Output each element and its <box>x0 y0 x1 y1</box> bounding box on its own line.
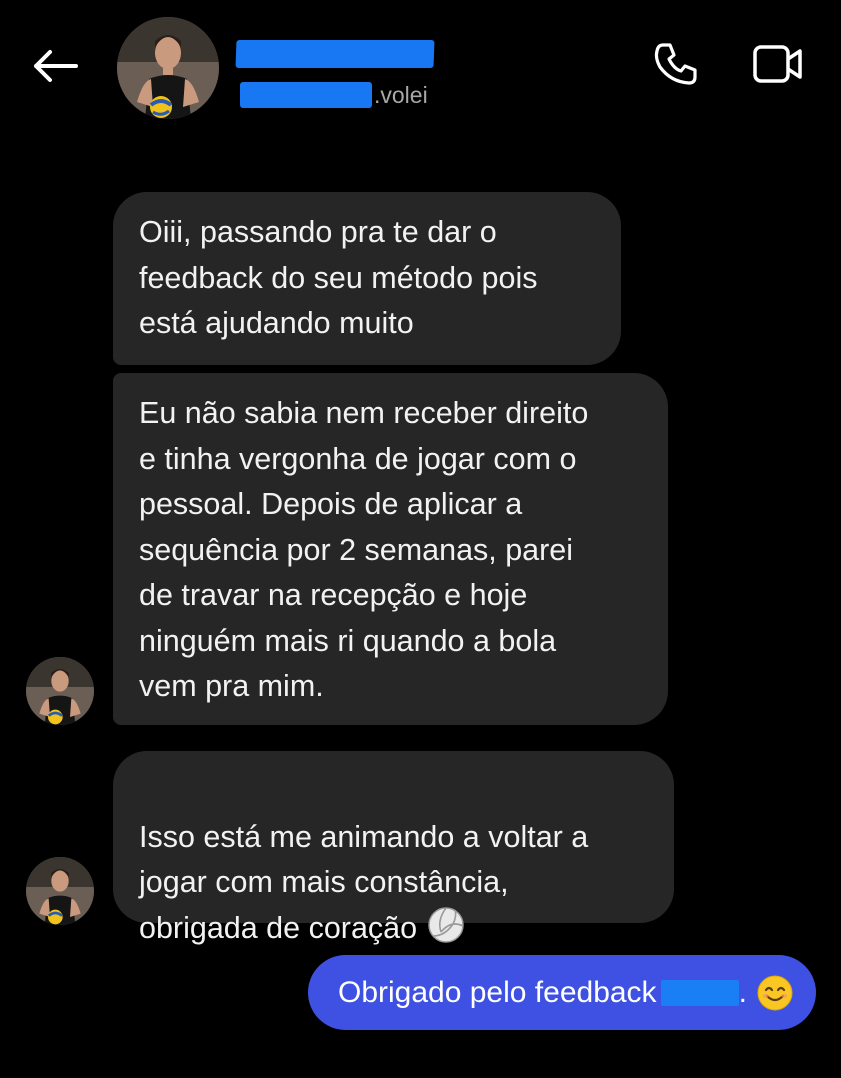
sent-message[interactable]: Obrigado pelo feedback . <box>308 955 816 1030</box>
received-message[interactable]: Oiii, passando pra te dar o feedback do … <box>113 192 621 365</box>
volleyball-icon <box>428 906 464 943</box>
message-text: Obrigado pelo feedback <box>338 975 657 1009</box>
smiling-face-icon <box>757 975 793 1010</box>
contact-avatar[interactable] <box>117 17 219 119</box>
video-camera-icon <box>753 45 802 83</box>
redaction-block <box>660 979 739 1006</box>
video-call-button[interactable] <box>748 36 808 92</box>
received-message[interactable]: Eu não sabia nem receber direito e tinha… <box>113 373 668 725</box>
redaction-block <box>235 40 435 68</box>
username-suffix: .volei <box>374 81 428 108</box>
contact-name-redacted <box>235 38 435 70</box>
sender-avatar[interactable] <box>26 657 94 725</box>
arrow-left-icon <box>34 50 78 82</box>
sender-avatar[interactable] <box>26 857 94 925</box>
phone-icon <box>654 43 697 85</box>
back-button[interactable] <box>28 40 80 92</box>
voice-call-button[interactable] <box>648 36 704 92</box>
chat-header: .volei <box>0 0 841 140</box>
received-message[interactable]: Isso está me animando a voltar a jogar c… <box>113 751 674 945</box>
redaction-block <box>240 82 372 108</box>
contact-username: .volei <box>240 80 428 110</box>
message-text-end: . <box>738 975 747 1009</box>
message-text: Isso está me animando a voltar a jogar c… <box>139 819 589 945</box>
